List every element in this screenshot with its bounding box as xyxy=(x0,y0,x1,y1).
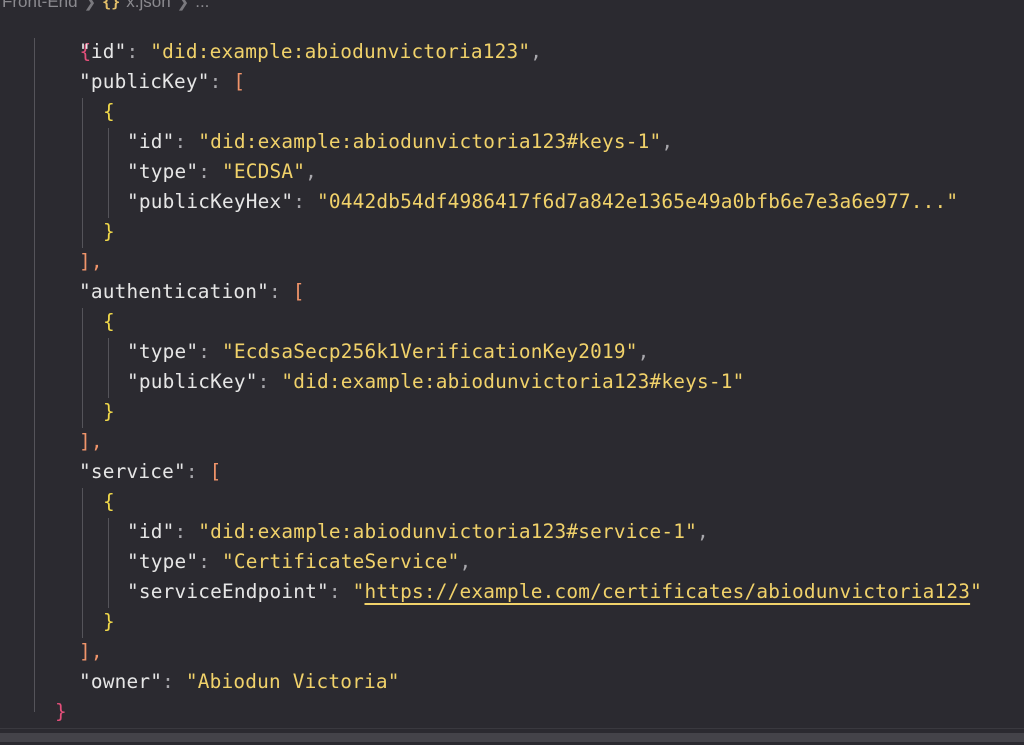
code-line: "id": "did:example:abiodunvictoria123", xyxy=(79,37,542,67)
colon: : xyxy=(209,70,234,93)
colon: : xyxy=(269,280,293,303)
code-line: } xyxy=(103,217,115,247)
brace-close: } xyxy=(55,700,67,723)
comma: , xyxy=(530,40,543,63)
code-line: } xyxy=(103,607,115,637)
code-line: "id": "did:example:abiodunvictoria123#ke… xyxy=(127,127,673,157)
json-file-icon: {} xyxy=(102,0,121,11)
bracket-open: [ xyxy=(233,70,246,93)
colon: : xyxy=(328,580,353,603)
colon: : xyxy=(257,370,282,393)
code-line: "serviceEndpoint": "https://example.com/… xyxy=(127,577,982,607)
json-key: "publicKeyHex" xyxy=(127,190,294,213)
colon: : xyxy=(185,460,210,483)
code-editor[interactable]: { "id": "did:example:abiodunvictoria123"… xyxy=(0,11,1024,731)
code-line: "service": [ xyxy=(79,457,222,487)
indent-guide xyxy=(108,128,109,218)
code-line: ], xyxy=(79,427,103,457)
json-key: "type" xyxy=(127,160,199,183)
colon: : xyxy=(126,40,151,63)
brace-close: } xyxy=(103,610,115,633)
code-line: { xyxy=(32,7,92,63)
code-line: "authentication": [ xyxy=(79,277,305,307)
brace-close: } xyxy=(103,220,115,243)
json-string: "did:example:abiodunvictoria123#service-… xyxy=(198,520,697,543)
comma: , xyxy=(459,550,472,573)
json-key: "publicKey" xyxy=(127,370,258,393)
json-string: "CertificateService" xyxy=(222,550,460,573)
horizontal-scrollbar[interactable] xyxy=(0,728,1024,745)
json-key: "serviceEndpoint" xyxy=(127,580,329,603)
json-string-quote: " xyxy=(352,580,365,603)
json-string: "0442db54df4986417f6d7a842e1365e49a0bfb6… xyxy=(317,190,959,213)
code-line: ], xyxy=(79,247,103,277)
colon: : xyxy=(174,520,199,543)
indent-guide xyxy=(108,518,109,608)
indent-guide xyxy=(108,338,109,398)
indent-guide xyxy=(82,98,83,248)
colon: : xyxy=(293,190,317,213)
code-line: "publicKeyHex": "0442db54df4986417f6d7a8… xyxy=(127,187,958,217)
comma: , xyxy=(305,160,317,183)
bracket-open: [ xyxy=(292,280,305,303)
bracket-close: ], xyxy=(79,430,103,453)
brace-open: { xyxy=(103,100,115,123)
code-line: { xyxy=(103,307,115,337)
code-line: "id": "did:example:abiodunvictoria123#se… xyxy=(127,517,709,547)
code-line: "owner": "Abiodun Victoria" xyxy=(79,667,400,697)
colon: : xyxy=(198,160,222,183)
json-string: "did:example:abiodunvictoria123#keys-1" xyxy=(198,130,662,153)
json-string: "EcdsaSecp256k1VerificationKey2019" xyxy=(222,340,638,363)
colon: : xyxy=(162,670,186,693)
indent-guide xyxy=(34,38,35,712)
json-string: "did:example:abiodunvictoria123" xyxy=(150,40,531,63)
scrollbar-thumb[interactable] xyxy=(0,733,1024,742)
code-line: "publicKey": "did:example:abiodunvictori… xyxy=(127,367,744,397)
json-key: "id" xyxy=(127,520,175,543)
brace-open: { xyxy=(103,490,115,513)
bracket-close: ], xyxy=(79,250,103,273)
service-endpoint-link[interactable]: https://example.com/certificates/abiodun… xyxy=(365,580,971,603)
brace-close: } xyxy=(103,400,115,423)
indent-guide xyxy=(82,488,83,638)
bracket-close: ], xyxy=(79,640,103,663)
json-string: "Abiodun Victoria" xyxy=(185,670,400,693)
code-line: ], xyxy=(79,637,103,667)
indent-guide xyxy=(82,308,83,428)
bracket-open: [ xyxy=(209,460,222,483)
code-line: } xyxy=(55,697,67,727)
json-string-quote: " xyxy=(970,580,982,603)
json-key: "authentication" xyxy=(79,280,269,303)
json-key: "service" xyxy=(79,460,186,483)
json-key: "type" xyxy=(127,340,199,363)
code-line: } xyxy=(103,397,115,427)
json-key: "id" xyxy=(79,40,127,63)
comma: , xyxy=(696,520,709,543)
json-key: "owner" xyxy=(79,670,163,693)
code-line: "type": "EcdsaSecp256k1VerificationKey20… xyxy=(127,337,649,367)
colon: : xyxy=(198,340,222,363)
code-line: { xyxy=(103,487,115,517)
chevron-right-icon: ❯ xyxy=(176,0,190,11)
code-line: "publicKey": [ xyxy=(79,67,245,97)
json-key: "id" xyxy=(127,130,175,153)
json-string: "ECDSA" xyxy=(222,160,306,183)
code-line: "type": "CertificateService", xyxy=(127,547,471,577)
comma: , xyxy=(661,130,674,153)
brace-open: { xyxy=(103,310,115,333)
code-line: { xyxy=(103,97,115,127)
json-key: "publicKey" xyxy=(79,70,210,93)
colon: : xyxy=(174,130,199,153)
colon: : xyxy=(198,550,222,573)
json-key: "type" xyxy=(127,550,199,573)
json-string: "did:example:abiodunvictoria123#keys-1" xyxy=(281,370,745,393)
code-line: "type": "ECDSA", xyxy=(127,157,317,187)
comma: , xyxy=(637,340,650,363)
